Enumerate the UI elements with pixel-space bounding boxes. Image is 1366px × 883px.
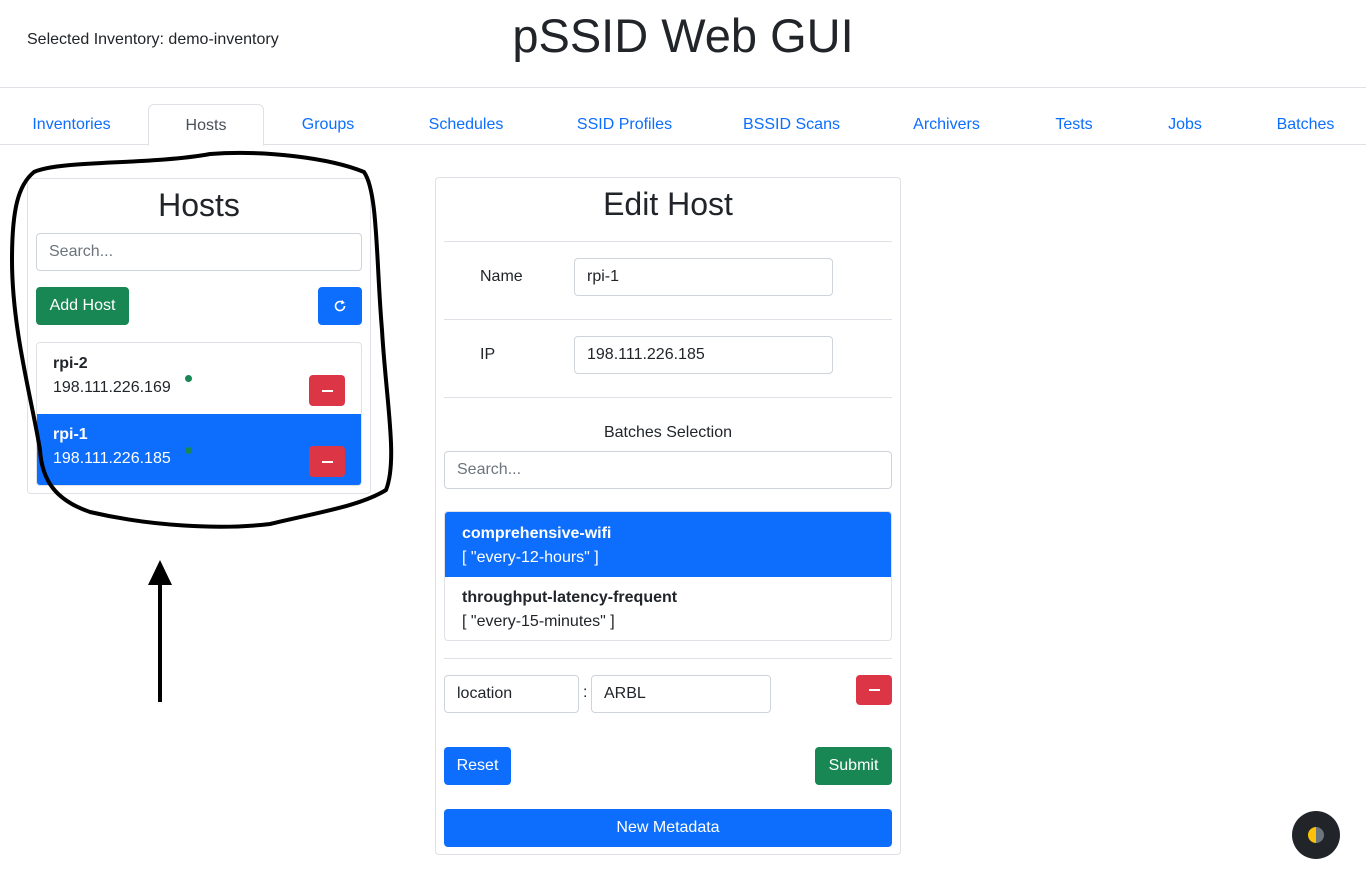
tab-bssid-scans[interactable]: BSSID Scans [731, 104, 852, 145]
tab-tests[interactable]: Tests [1041, 104, 1107, 145]
divider [444, 397, 892, 398]
half-moon-icon [1308, 827, 1324, 843]
batch-name: throughput-latency-frequent [462, 589, 678, 606]
batch-list-item-selected[interactable]: comprehensive-wifi [ "every-12-hours" ] [445, 512, 891, 577]
new-metadata-button[interactable]: New Metadata [444, 809, 892, 847]
add-host-button[interactable]: Add Host [36, 287, 129, 325]
minus-icon [868, 689, 880, 691]
tab-inventories[interactable]: Inventories [20, 104, 123, 145]
ip-label: IP [480, 346, 496, 363]
online-status-dot [185, 447, 192, 454]
refresh-icon [334, 300, 346, 312]
tab-ssid-profiles[interactable]: SSID Profiles [565, 104, 684, 145]
metadata-key-input[interactable] [444, 675, 579, 713]
batches-search-input[interactable] [444, 451, 892, 489]
theme-toggle-button[interactable] [1292, 811, 1340, 859]
annotation-arrow-head [148, 560, 172, 585]
online-status-dot [185, 375, 192, 382]
reset-button[interactable]: Reset [444, 747, 511, 785]
main-tabs: Inventories Hosts Groups Schedules SSID … [0, 104, 1366, 146]
host-ip: 198.111.226.169 [53, 379, 171, 396]
hosts-panel-title: Hosts [158, 187, 240, 223]
divider [444, 319, 892, 320]
batch-list-item[interactable]: throughput-latency-frequent [ "every-15-… [445, 577, 891, 640]
host-ip: 198.111.226.185 [53, 450, 171, 467]
tab-hosts[interactable]: Hosts [148, 104, 264, 146]
hosts-panel: Hosts Add Host rpi-2 198.111.226.169 rpi… [27, 178, 371, 494]
edit-host-panel: Edit Host Name IP Batches Selection comp… [435, 177, 901, 855]
minus-icon [321, 389, 333, 392]
divider [444, 658, 892, 659]
host-name: rpi-2 [53, 355, 88, 372]
metadata-value-input[interactable] [591, 675, 771, 713]
metadata-separator: : [583, 684, 588, 701]
edit-host-title: Edit Host [603, 186, 733, 222]
batch-schedule: [ "every-15-minutes" ] [462, 613, 615, 630]
host-list-item-selected[interactable]: rpi-1 198.111.226.185 [37, 414, 361, 485]
minus-icon [321, 460, 333, 463]
refresh-button[interactable] [318, 287, 362, 325]
host-list: rpi-2 198.111.226.169 rpi-1 198.111.226.… [36, 342, 362, 486]
batch-list: comprehensive-wifi [ "every-12-hours" ] … [444, 511, 892, 641]
submit-button[interactable]: Submit [815, 747, 892, 785]
delete-host-button[interactable] [309, 446, 345, 477]
name-label: Name [480, 268, 523, 285]
tab-groups[interactable]: Groups [289, 104, 367, 145]
tab-jobs[interactable]: Jobs [1154, 104, 1216, 145]
host-ip-input[interactable] [574, 336, 833, 374]
batches-selection-label: Batches Selection [603, 424, 733, 441]
hosts-search-input[interactable] [36, 233, 362, 271]
host-list-item[interactable]: rpi-2 198.111.226.169 [37, 343, 361, 415]
delete-metadata-button[interactable] [856, 675, 892, 705]
host-name: rpi-1 [53, 426, 88, 443]
divider [444, 241, 892, 242]
top-header: Selected Inventory: demo-inventory pSSID… [0, 0, 1366, 88]
batch-schedule: [ "every-12-hours" ] [462, 549, 599, 566]
tab-batches[interactable]: Batches [1263, 104, 1348, 145]
app-title: pSSID Web GUI [512, 9, 854, 62]
batch-name: comprehensive-wifi [462, 525, 612, 542]
tab-archivers[interactable]: Archivers [899, 104, 994, 145]
host-name-input[interactable] [574, 258, 833, 296]
tab-schedules[interactable]: Schedules [414, 104, 518, 145]
delete-host-button[interactable] [309, 375, 345, 406]
